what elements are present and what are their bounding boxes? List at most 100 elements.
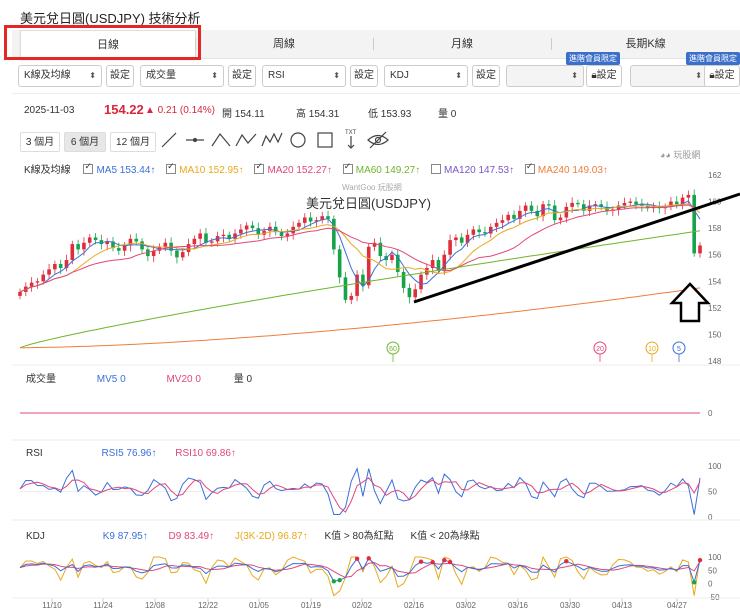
candle-body: [523, 205, 528, 211]
candle: [674, 196, 679, 209]
candle: [35, 277, 40, 289]
candle: [518, 205, 522, 225]
candle: [645, 202, 650, 212]
candle: [111, 237, 115, 252]
candle: [169, 237, 173, 256]
x-tick-label: 11/10: [42, 601, 62, 610]
candle-body: [117, 248, 121, 251]
ma10-line: [19, 203, 701, 293]
y-tick-label: 0: [708, 409, 713, 418]
candle-body: [454, 237, 458, 241]
candle-body: [448, 240, 452, 255]
y-tick-label: 0: [708, 580, 713, 589]
candle-body: [53, 264, 57, 270]
candle: [593, 200, 598, 212]
candle-body: [494, 222, 499, 227]
candle: [541, 200, 545, 222]
k-overbought-dot: [697, 558, 703, 563]
x-tick-label: 03/16: [508, 601, 529, 610]
candle-body: [186, 244, 191, 253]
candle: [587, 200, 592, 217]
candle: [448, 234, 452, 260]
candle-body: [512, 214, 516, 219]
candle-body: [576, 202, 580, 205]
candle-body: [413, 289, 418, 298]
candle-body: [529, 205, 534, 211]
candle: [407, 283, 412, 304]
ma20-line: [19, 204, 701, 293]
candle: [29, 277, 34, 292]
y-tick-label: 158: [708, 224, 722, 233]
candle-body: [390, 254, 394, 261]
candle-body: [279, 232, 284, 237]
j-line: [19, 555, 701, 597]
candle: [87, 234, 92, 247]
y-tick-label: 0: [708, 513, 713, 522]
ma-marker-label: 60: [389, 346, 397, 353]
candle: [47, 263, 51, 279]
candle-body: [477, 229, 481, 233]
ma-marker-label: 5: [677, 346, 681, 353]
candle: [564, 202, 569, 223]
candle-body: [419, 274, 423, 290]
candle: [419, 271, 423, 294]
candle: [227, 231, 232, 243]
candle: [372, 238, 377, 251]
candle-body: [198, 233, 202, 239]
candle-body: [221, 234, 226, 237]
candle: [384, 252, 388, 267]
candle-body: [163, 242, 168, 247]
candle: [361, 269, 365, 292]
candle-body: [18, 291, 22, 296]
candle-body: [29, 282, 34, 287]
candle-body: [175, 250, 179, 258]
candle: [302, 213, 307, 228]
ma60-line: [19, 230, 701, 349]
candle: [332, 215, 336, 255]
ma5-line: [19, 200, 701, 293]
candle: [459, 233, 464, 247]
candle-body: [302, 217, 307, 223]
candle: [320, 211, 325, 224]
candle-body: [82, 242, 86, 250]
candle: [616, 201, 621, 216]
k-overbought-dot: [442, 558, 447, 563]
candle: [297, 219, 301, 231]
candle-body: [76, 244, 80, 250]
ma240-line: [20, 287, 701, 349]
x-tick-label: 02/02: [352, 601, 373, 610]
candle-body: [87, 237, 92, 243]
candle-body: [297, 222, 301, 227]
candle: [279, 228, 284, 241]
candle-body: [558, 217, 563, 221]
candle-body: [674, 201, 679, 205]
candle: [663, 203, 667, 215]
candle: [355, 270, 359, 302]
candle-body: [570, 202, 574, 207]
candle: [477, 225, 481, 239]
k-oversold-dot: [337, 577, 342, 583]
k-overbought-dot: [354, 556, 360, 561]
candle-body: [425, 268, 429, 275]
candle: [680, 194, 685, 210]
candle-body: [500, 220, 505, 223]
k-overbought-dot: [430, 559, 435, 565]
candle: [483, 226, 487, 237]
candle-body: [628, 201, 633, 203]
candle-body: [47, 269, 51, 275]
x-tick-label: 04/13: [612, 601, 633, 610]
candle: [198, 229, 202, 245]
candle-body: [401, 271, 406, 288]
candle-body: [58, 264, 63, 268]
k-overbought-dot: [418, 559, 424, 564]
k-line: [19, 557, 701, 585]
candle-body: [692, 194, 696, 254]
candle: [378, 237, 383, 262]
candle-body: [471, 229, 476, 235]
candle: [413, 283, 418, 301]
y-tick-label: 100: [708, 553, 722, 562]
y-tick-label: 150: [708, 330, 722, 339]
candle-body: [343, 277, 348, 300]
candle: [465, 229, 470, 248]
candle: [128, 234, 133, 252]
